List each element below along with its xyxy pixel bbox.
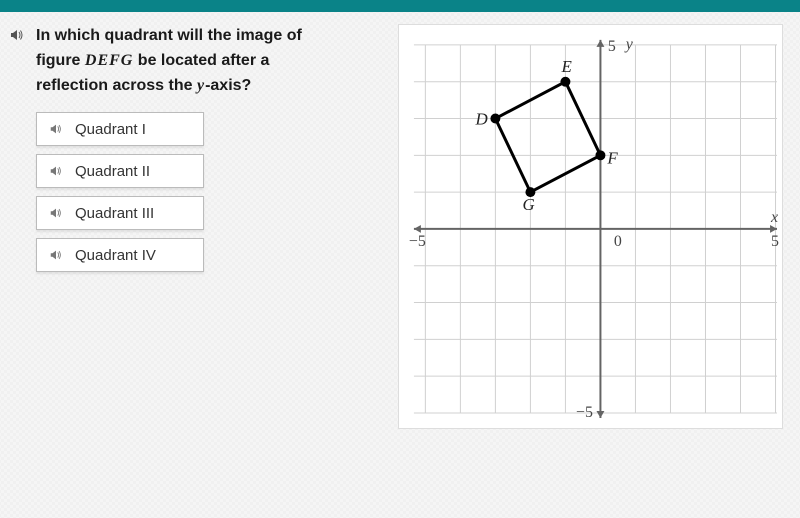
- figure-defg: D E F G: [474, 57, 618, 214]
- option-quadrant-4[interactable]: Quadrant IV: [36, 238, 204, 272]
- tick-neg-x: −5: [409, 233, 426, 250]
- tick-pos-x: 5: [771, 233, 779, 250]
- vertex-label-f: F: [606, 148, 618, 167]
- q-line1: In which quadrant will the image of: [36, 27, 302, 44]
- y-axis-label: y: [624, 36, 634, 53]
- tick-pos-y: 5: [608, 38, 616, 55]
- q-line2-post: be located after a: [133, 52, 269, 69]
- question-panel: In which quadrant will the image of figu…: [8, 24, 398, 518]
- q-figure-name: DEFG: [85, 52, 133, 69]
- option-label: Quadrant II: [75, 163, 150, 180]
- question-text: In which quadrant will the image of figu…: [36, 24, 302, 98]
- tick-neg-y: −5: [576, 404, 593, 421]
- vertex-label-g: G: [522, 195, 534, 214]
- q-line3-pre: reflection across the: [36, 77, 197, 94]
- audio-icon[interactable]: [47, 246, 65, 264]
- coordinate-graph: −5 5 0 5 −5 y x D E F G: [398, 24, 783, 429]
- question-block: In which quadrant will the image of figu…: [8, 24, 378, 98]
- option-label: Quadrant I: [75, 121, 146, 138]
- vertex-d: [490, 114, 500, 124]
- option-label: Quadrant III: [75, 205, 154, 222]
- graph-svg: −5 5 0 5 −5 y x D E F G: [399, 25, 782, 428]
- option-quadrant-3[interactable]: Quadrant III: [36, 196, 204, 230]
- vertex-label-e: E: [560, 57, 572, 76]
- option-label: Quadrant IV: [75, 247, 156, 264]
- q-line3-post: -axis?: [205, 77, 251, 94]
- tick-zero: 0: [614, 233, 622, 250]
- audio-icon[interactable]: [47, 204, 65, 222]
- answer-options: Quadrant I Quadrant II Quadrant III Quad…: [8, 112, 378, 272]
- option-quadrant-2[interactable]: Quadrant II: [36, 154, 204, 188]
- audio-icon[interactable]: [47, 120, 65, 138]
- vertex-e: [560, 77, 570, 87]
- audio-icon[interactable]: [47, 162, 65, 180]
- vertex-label-d: D: [474, 109, 487, 128]
- vertex-f: [595, 150, 605, 160]
- audio-icon[interactable]: [8, 26, 26, 44]
- q-axis-var: y: [197, 77, 205, 94]
- x-axis-label: x: [770, 209, 778, 226]
- main-content: In which quadrant will the image of figu…: [0, 12, 800, 518]
- option-quadrant-1[interactable]: Quadrant I: [36, 112, 204, 146]
- header-bar: [0, 0, 800, 12]
- q-line2-pre: figure: [36, 52, 85, 69]
